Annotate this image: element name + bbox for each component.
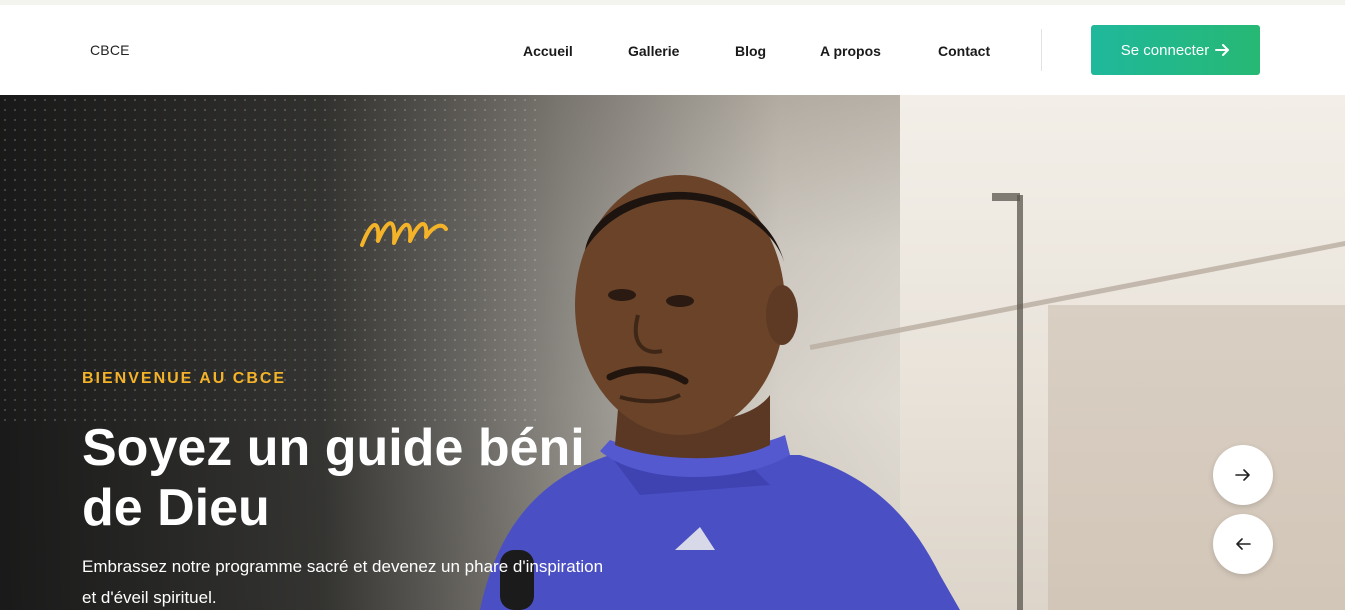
slider-prev-button[interactable] xyxy=(1213,514,1273,574)
background-stand xyxy=(1017,195,1023,610)
nav-item-a-propos[interactable]: A propos xyxy=(820,43,881,59)
login-button[interactable]: Se connecter xyxy=(1091,25,1260,75)
squiggle-decoration-icon xyxy=(360,221,448,247)
nav-divider xyxy=(1041,29,1042,71)
hero-title-line-2: de Dieu xyxy=(82,479,270,537)
nav-item-contact[interactable]: Contact xyxy=(938,43,990,59)
nav-item-blog[interactable]: Blog xyxy=(735,43,766,59)
hero-eyebrow: BIENVENUE AU CBCE xyxy=(82,370,287,387)
arrow-left-icon xyxy=(1236,538,1251,550)
login-button-label: Se connecter xyxy=(1120,41,1210,59)
hero-lead-line-1: Embrassez notre programme sacré et deven… xyxy=(82,557,604,576)
hero-lead-line-2: et d'éveil spirituel. xyxy=(82,588,217,607)
hero-title: Soyez un guide béni de Dieu xyxy=(82,418,682,538)
slider-next-button[interactable] xyxy=(1213,445,1273,505)
arrow-right-icon xyxy=(1235,469,1250,481)
arrow-right-icon xyxy=(1215,44,1230,56)
nav-item-accueil[interactable]: Accueil xyxy=(523,43,573,59)
hero-lead: Embrassez notre programme sacré et deven… xyxy=(82,551,652,610)
nav-item-gallerie[interactable]: Gallerie xyxy=(628,43,679,59)
background-wall-shade xyxy=(1048,305,1345,610)
site-header: CBCE Accueil Gallerie Blog A propos Cont… xyxy=(0,5,1345,95)
hero-title-line-1: Soyez un guide béni xyxy=(82,419,585,477)
brand-logo-text[interactable]: CBCE xyxy=(90,42,130,58)
